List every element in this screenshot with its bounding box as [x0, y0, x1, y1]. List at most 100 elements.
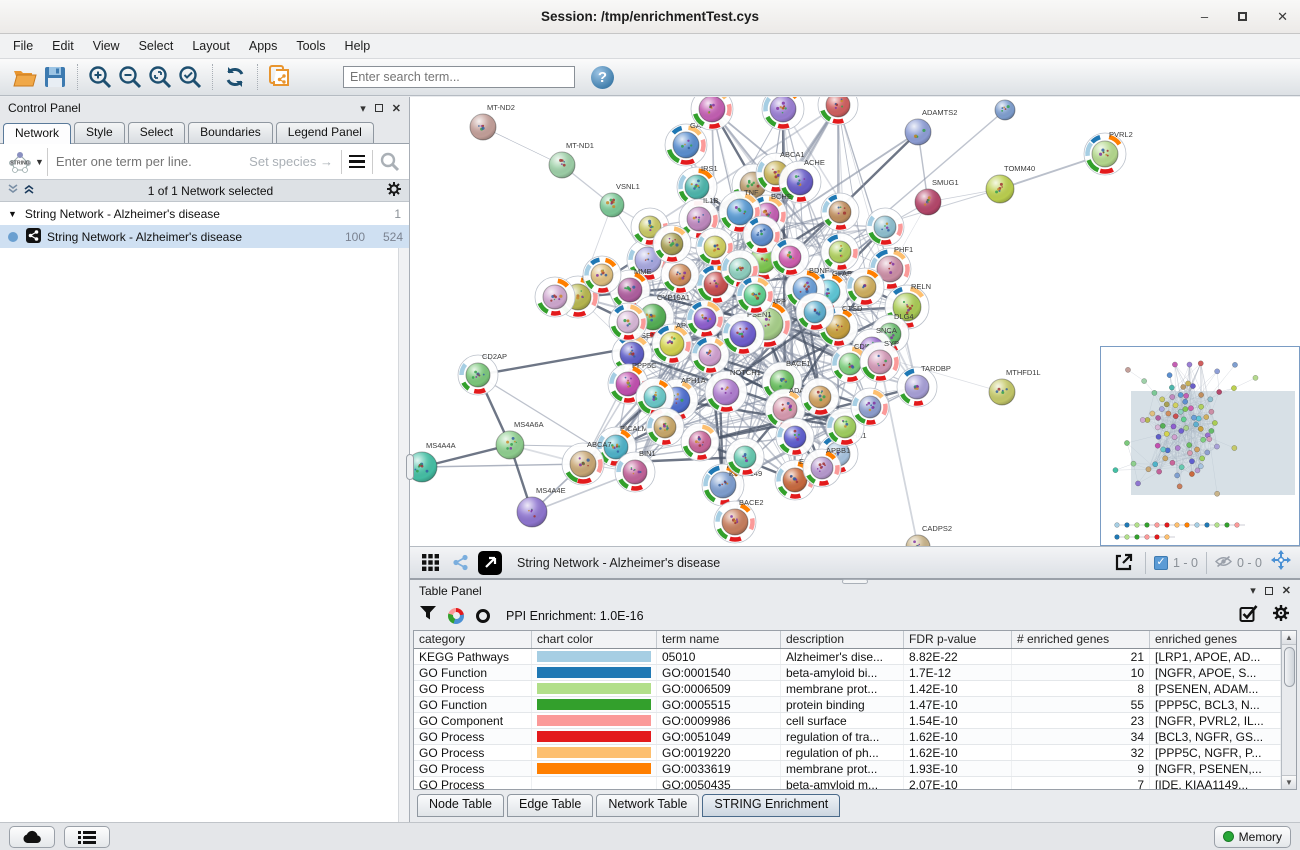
network-node-mt-nd2[interactable]: MT-ND2: [470, 103, 515, 140]
network-node[interactable]: [736, 276, 774, 314]
network-node-tomm40[interactable]: TOMM40: [986, 164, 1035, 203]
memory-button[interactable]: Memory: [1214, 826, 1291, 848]
table-row[interactable]: GO ProcessGO:0033619membrane prot...1.93…: [414, 761, 1281, 777]
pan-move-icon[interactable]: [1270, 549, 1292, 576]
network-node[interactable]: [771, 238, 809, 276]
table-row[interactable]: GO ProcessGO:0051049regulation of tra...…: [414, 729, 1281, 745]
tab-node-table[interactable]: Node Table: [417, 794, 504, 817]
zoom-in-icon[interactable]: [85, 63, 115, 91]
network-node-ms4a6a[interactable]: MS4A6A: [496, 420, 544, 459]
menu-select[interactable]: Select: [136, 37, 177, 55]
task-history-button[interactable]: [64, 826, 110, 848]
tab-select[interactable]: Select: [128, 122, 185, 143]
tab-edge-table[interactable]: Edge Table: [507, 794, 593, 817]
annotation-mode-button[interactable]: [478, 551, 502, 575]
network-node[interactable]: [995, 100, 1015, 120]
column-header--enriched-genes[interactable]: # enriched genes: [1012, 631, 1150, 648]
network-node[interactable]: [653, 225, 691, 263]
network-node[interactable]: [681, 423, 719, 461]
network-node-cadps2[interactable]: CADPS2: [906, 524, 952, 546]
scroll-down-icon[interactable]: ▼: [1282, 775, 1297, 789]
network-node-abca7[interactable]: ABCA7: [562, 440, 612, 485]
tab-network-table[interactable]: Network Table: [596, 794, 699, 817]
panel-menu-icon[interactable]: ▾: [360, 102, 366, 115]
string-search-icon[interactable]: [375, 148, 405, 176]
network-node[interactable]: [796, 293, 834, 331]
network-node[interactable]: [776, 418, 814, 456]
network-collection-row[interactable]: ▼ String Network - Alzheimer's disease 1: [0, 202, 409, 225]
network-node[interactable]: [821, 233, 859, 271]
close-button[interactable]: ✕: [1277, 10, 1288, 23]
network-node[interactable]: [535, 277, 575, 317]
close-panel-icon[interactable]: ✕: [1282, 584, 1291, 597]
table-row[interactable]: GO ProcessGO:0019220regulation of ph...1…: [414, 745, 1281, 761]
table-row[interactable]: KEGG Pathways05010Alzheimer's dise...8.8…: [414, 649, 1281, 665]
column-header-enriched-genes[interactable]: enriched genes: [1150, 631, 1281, 648]
tree-expand-icon[interactable]: ▼: [8, 209, 17, 219]
refresh-icon[interactable]: [220, 63, 250, 91]
menu-help[interactable]: Help: [342, 37, 374, 55]
column-header-term-name[interactable]: term name: [657, 631, 781, 648]
table-settings-gear-icon[interactable]: [1272, 604, 1290, 627]
clone-network-icon[interactable]: [265, 63, 295, 91]
tab-style[interactable]: Style: [74, 122, 125, 143]
string-options-icon[interactable]: [344, 155, 370, 169]
string-logo[interactable]: STRING ▼: [4, 148, 48, 176]
table-row[interactable]: GO ProcessGO:0006509membrane prot...1.42…: [414, 681, 1281, 697]
search-input[interactable]: [343, 66, 575, 88]
menu-tools[interactable]: Tools: [293, 37, 328, 55]
network-node-pvrl2[interactable]: PVRL2: [1084, 130, 1133, 175]
table-row[interactable]: GO FunctionGO:0001540beta-amyloid bi...1…: [414, 665, 1281, 681]
network-node[interactable]: [691, 336, 729, 374]
control-panel-scrollbar[interactable]: [398, 248, 409, 822]
network-node-smug1[interactable]: SMUG1: [915, 178, 959, 215]
help-icon[interactable]: ?: [591, 66, 614, 89]
menu-apps[interactable]: Apps: [246, 37, 281, 55]
scrollbar-thumb[interactable]: [1284, 647, 1295, 687]
column-header-description[interactable]: description: [781, 631, 904, 648]
close-panel-icon[interactable]: ✕: [392, 102, 401, 115]
table-row[interactable]: GO ProcessGO:0050435beta-amyloid m...2.0…: [414, 777, 1281, 789]
network-node-vsnl1[interactable]: VSNL1: [600, 182, 640, 217]
menu-layout[interactable]: Layout: [189, 37, 233, 55]
network-node[interactable]: [818, 97, 858, 125]
string-term-input[interactable]: [48, 154, 249, 169]
network-node[interactable]: [609, 303, 647, 341]
float-panel-icon[interactable]: [375, 104, 383, 112]
menu-edit[interactable]: Edit: [49, 37, 77, 55]
panel-menu-icon[interactable]: ▾: [1250, 584, 1256, 597]
zoom-fit-icon[interactable]: [145, 63, 175, 91]
network-node[interactable]: [821, 193, 859, 231]
filter-icon[interactable]: [420, 606, 436, 625]
menu-file[interactable]: File: [10, 37, 36, 55]
select-all-checkbox-icon[interactable]: [1239, 604, 1258, 628]
ring-chart-icon[interactable]: [476, 609, 490, 623]
save-session-icon[interactable]: [40, 63, 70, 91]
network-node-psen1[interactable]: PSEN1: [722, 310, 772, 355]
network-node[interactable]: [801, 378, 839, 416]
network-node[interactable]: [686, 300, 724, 338]
share-network-icon[interactable]: [449, 549, 471, 577]
grid-view-icon[interactable]: [418, 549, 442, 577]
network-node-mthfd1l[interactable]: MTHFD1L: [989, 368, 1041, 405]
collapse-all-icon[interactable]: [7, 183, 19, 198]
network-node-adamts2[interactable]: ADAMTS2: [905, 108, 957, 145]
network-node-mt-nd1[interactable]: MT-ND1: [549, 141, 594, 178]
minimize-button[interactable]: –: [1201, 10, 1208, 23]
table-scrollbar[interactable]: ▲ ▼: [1281, 631, 1296, 789]
network-node-tardbp[interactable]: TARDBP: [897, 364, 951, 407]
network-node[interactable]: [851, 388, 889, 426]
panel-divider-handle[interactable]: [406, 454, 414, 480]
network-node[interactable]: [866, 208, 904, 246]
network-row-selected[interactable]: String Network - Alzheimer's disease 100…: [0, 225, 409, 248]
tab-network[interactable]: Network: [3, 123, 71, 144]
zoom-selected-icon[interactable]: [175, 63, 205, 91]
tab-string-enrichment[interactable]: STRING Enrichment: [702, 794, 840, 817]
column-header-category[interactable]: category: [414, 631, 532, 648]
birds-eye-navigator[interactable]: [1100, 346, 1300, 546]
float-panel-icon[interactable]: [1265, 587, 1273, 595]
network-node[interactable]: [762, 97, 804, 130]
table-row[interactable]: GO FunctionGO:0005515protein binding1.47…: [414, 697, 1281, 713]
menu-view[interactable]: View: [90, 37, 123, 55]
network-node[interactable]: [726, 438, 764, 476]
